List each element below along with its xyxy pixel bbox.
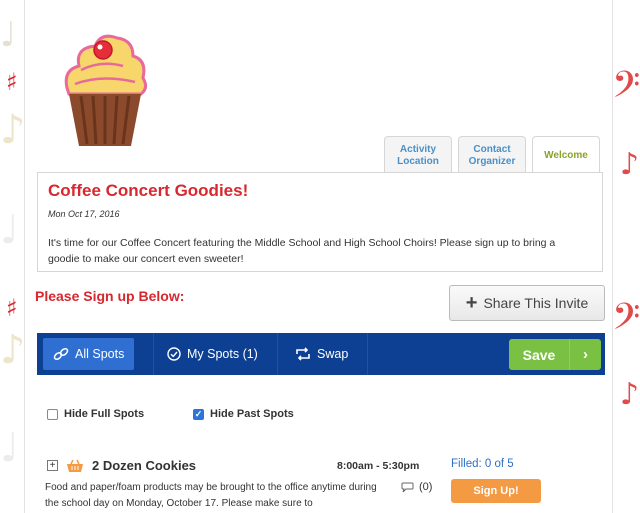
swap-label: Swap	[317, 347, 349, 361]
tab-contact-organizer[interactable]: Contact Organizer	[458, 136, 526, 174]
music-note-decoration: ♪	[0, 107, 26, 153]
spot-description: Food and paper/foam products may be brou…	[45, 482, 377, 509]
swap-icon	[296, 347, 310, 361]
event-card: Coffee Concert Goodies! Mon Oct 17, 2016…	[37, 172, 603, 272]
clef-decoration: 𝄢	[612, 296, 640, 347]
my-spots-label: My Spots (1)	[187, 347, 258, 361]
link-icon	[53, 347, 69, 361]
spot-row: + 2 Dozen Cookies	[47, 458, 196, 473]
event-title: Coffee Concert Goodies!	[48, 181, 249, 200]
event-date: Mon Oct 17, 2016	[48, 209, 120, 219]
signup-heading: Please Sign up Below:	[35, 288, 185, 304]
page-container: Activity Location Contact Organizer Welc…	[24, 0, 613, 513]
all-spots-tab[interactable]: All Spots	[43, 338, 135, 370]
tab-welcome[interactable]: Welcome	[532, 136, 600, 174]
music-note-decoration: ♪	[0, 327, 26, 373]
music-note-decoration: ♩	[0, 425, 19, 471]
check-circle-icon	[167, 347, 181, 361]
sign-up-button[interactable]: Sign Up!	[451, 479, 541, 503]
spot-filled-status: Filled: 0 of 5	[451, 458, 514, 470]
hide-past-spots-checkbox[interactable]: ✓	[193, 408, 204, 420]
cupcake-icon	[64, 34, 148, 146]
share-invite-button[interactable]: + Share This Invite	[449, 285, 605, 321]
hide-full-spots-filter[interactable]: Hide Full Spots	[47, 408, 144, 420]
comments-link[interactable]: (0)	[401, 481, 432, 493]
all-spots-label: All Spots	[75, 347, 125, 361]
save-button[interactable]: Save ›	[509, 339, 601, 370]
music-note-decoration: ♩	[0, 207, 19, 253]
tab-activity-location[interactable]: Activity Location	[384, 136, 452, 174]
hide-full-spots-label: Hide Full Spots	[64, 408, 145, 420]
share-label: Share This Invite	[483, 295, 589, 311]
spots-navbar: All Spots My Spots (1) Swap Save ›	[37, 333, 605, 375]
hide-past-spots-label: Hide Past Spots	[210, 408, 294, 420]
swap-tab[interactable]: Swap	[285, 338, 358, 370]
expand-icon[interactable]: +	[47, 460, 58, 471]
hide-full-spots-checkbox[interactable]	[47, 408, 58, 420]
tab-label: Welcome	[544, 149, 588, 161]
tab-label: Contact Organizer	[468, 143, 516, 167]
my-spots-tab[interactable]: My Spots (1)	[157, 338, 268, 370]
hide-past-spots-filter[interactable]: ✓ Hide Past Spots	[193, 408, 294, 420]
nav-divider	[367, 333, 368, 375]
nav-divider	[153, 333, 154, 375]
spot-title: 2 Dozen Cookies	[92, 458, 197, 473]
save-label: Save	[522, 346, 556, 363]
clef-decoration: 𝄢	[612, 64, 640, 115]
info-tabs: Activity Location Contact Organizer Welc…	[384, 136, 600, 174]
music-note-decoration: ♩	[0, 15, 17, 55]
nav-divider	[277, 333, 278, 375]
spot-time: 8:00am - 5:30pm	[337, 460, 420, 472]
music-note-decoration: ♪	[620, 147, 640, 182]
chevron-right-icon: ›	[569, 339, 601, 370]
sharp-decoration: ♯	[6, 68, 18, 96]
music-note-decoration: ♪	[620, 377, 640, 412]
plus-icon: +	[465, 292, 478, 314]
comment-count: (0)	[419, 481, 433, 493]
comment-icon	[401, 482, 414, 492]
tab-label: Activity Location	[397, 143, 439, 167]
event-description: It's time for our Coffee Concert featuri…	[48, 237, 556, 265]
basket-icon	[67, 459, 83, 472]
sharp-decoration: ♯	[6, 294, 18, 322]
